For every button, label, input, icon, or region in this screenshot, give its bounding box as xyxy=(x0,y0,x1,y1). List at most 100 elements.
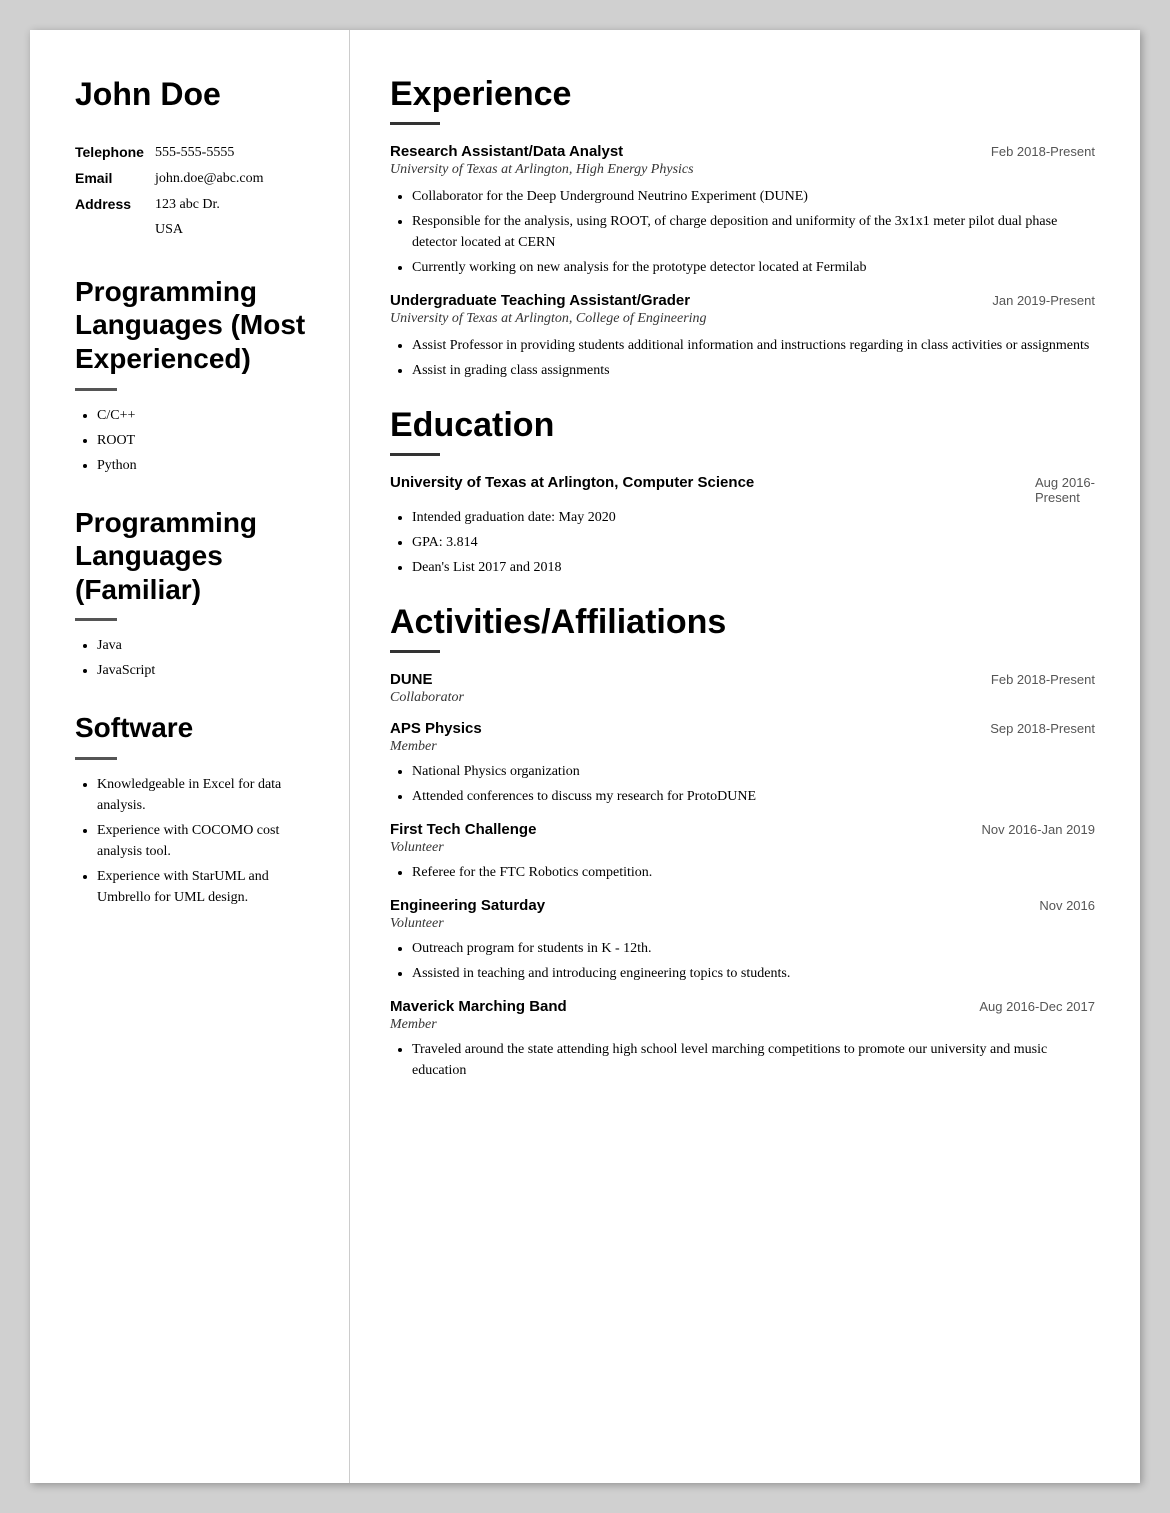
experience-title: Experience xyxy=(390,75,1095,114)
person-name: John Doe xyxy=(75,75,319,113)
telephone-value: 555-555-5555 xyxy=(155,143,234,163)
activity-aps: APS Physics Sep 2018-Present Member Nati… xyxy=(390,720,1095,807)
software-divider xyxy=(75,757,117,760)
list-item: Currently working on new analysis for th… xyxy=(412,257,1095,278)
activity-date-dune: Feb 2018-Present xyxy=(991,672,1095,687)
activity-title-marching-band: Maverick Marching Band xyxy=(390,998,567,1015)
activity-role-aps: Member xyxy=(390,739,1095,755)
list-item: Dean's List 2017 and 2018 xyxy=(412,557,1095,578)
address-row: Address 123 abc Dr. xyxy=(75,195,319,215)
activity-role-ftc: Volunteer xyxy=(390,840,1095,856)
activity-date-aps: Sep 2018-Present xyxy=(990,721,1095,736)
right-column: Experience Research Assistant/Data Analy… xyxy=(350,30,1140,1483)
list-item: Referee for the FTC Robotics competition… xyxy=(412,862,1095,883)
prog-familiar-divider xyxy=(75,618,117,621)
list-item: Intended graduation date: May 2020 xyxy=(412,507,1095,528)
list-item: Collaborator for the Deep Underground Ne… xyxy=(412,186,1095,207)
activity-dune: DUNE Feb 2018-Present Collaborator xyxy=(390,671,1095,706)
prog-most-divider xyxy=(75,388,117,391)
list-item: Java xyxy=(97,635,319,656)
list-item: Assist in grading class assignments xyxy=(412,360,1095,381)
prog-most-list: C/C++ ROOT Python xyxy=(75,405,319,476)
activity-header-marching-band: Maverick Marching Band Aug 2016-Dec 2017 xyxy=(390,998,1095,1015)
job-entry-2: Undergraduate Teaching Assistant/Grader … xyxy=(390,292,1095,381)
list-item: Assist Professor in providing students a… xyxy=(412,335,1095,356)
list-item: C/C++ xyxy=(97,405,319,426)
list-item: ROOT xyxy=(97,430,319,451)
activity-header-eng-sat: Engineering Saturday Nov 2016 xyxy=(390,897,1095,914)
experience-divider xyxy=(390,122,440,125)
left-column: John Doe Telephone 555-555-5555 Email jo… xyxy=(30,30,350,1483)
software-title: Software xyxy=(75,711,319,745)
activities-divider xyxy=(390,650,440,653)
resume-container: John Doe Telephone 555-555-5555 Email jo… xyxy=(30,30,1140,1483)
email-row: Email john.doe@abc.com xyxy=(75,169,319,189)
job-date-1: Feb 2018-Present xyxy=(991,144,1095,159)
prog-familiar-section: Programming Languages (Familiar) Java Ja… xyxy=(75,506,319,682)
list-item: Knowledgeable in Excel for data analysis… xyxy=(97,774,319,816)
job-entry-1: Research Assistant/Data Analyst Feb 2018… xyxy=(390,143,1095,278)
list-item: Experience with COCOMO cost analysis too… xyxy=(97,820,319,862)
education-title: Education xyxy=(390,406,1095,445)
activity-eng-sat: Engineering Saturday Nov 2016 Volunteer … xyxy=(390,897,1095,984)
telephone-label: Telephone xyxy=(75,143,155,163)
job-bullets-2: Assist Professor in providing students a… xyxy=(390,335,1095,381)
activity-bullets-eng-sat: Outreach program for students in K - 12t… xyxy=(390,938,1095,984)
education-section: Education University of Texas at Arlingt… xyxy=(390,406,1095,578)
edu-header-1: University of Texas at Arlington, Comput… xyxy=(390,474,1095,505)
activity-role-marching-band: Member xyxy=(390,1017,1095,1033)
email-value: john.doe@abc.com xyxy=(155,169,264,189)
activity-date-eng-sat: Nov 2016 xyxy=(1039,898,1095,913)
prog-most-section: Programming Languages (Most Experienced)… xyxy=(75,275,319,476)
list-item: Python xyxy=(97,455,319,476)
email-label: Email xyxy=(75,169,155,189)
edu-date-1: Aug 2016-Present xyxy=(1035,475,1095,505)
experience-section: Experience Research Assistant/Data Analy… xyxy=(390,75,1095,381)
prog-familiar-title: Programming Languages (Familiar) xyxy=(75,506,319,607)
list-item: Experience with StarUML and Umbrello for… xyxy=(97,866,319,908)
activity-header-ftc: First Tech Challenge Nov 2016-Jan 2019 xyxy=(390,821,1095,838)
activity-role-dune: Collaborator xyxy=(390,690,1095,706)
activities-title: Activities/Affiliations xyxy=(390,603,1095,642)
activity-title-aps: APS Physics xyxy=(390,720,482,737)
activity-bullets-ftc: Referee for the FTC Robotics competition… xyxy=(390,862,1095,883)
education-entry-1: University of Texas at Arlington, Comput… xyxy=(390,474,1095,578)
address-row-2: USA xyxy=(75,220,319,240)
activity-date-ftc: Nov 2016-Jan 2019 xyxy=(982,822,1095,837)
software-list: Knowledgeable in Excel for data analysis… xyxy=(75,774,319,908)
edu-title-1: University of Texas at Arlington, Comput… xyxy=(390,474,754,491)
job-header-1: Research Assistant/Data Analyst Feb 2018… xyxy=(390,143,1095,160)
activity-role-eng-sat: Volunteer xyxy=(390,916,1095,932)
list-item: Attended conferences to discuss my resea… xyxy=(412,786,1095,807)
activity-marching-band: Maverick Marching Band Aug 2016-Dec 2017… xyxy=(390,998,1095,1081)
prog-most-title: Programming Languages (Most Experienced) xyxy=(75,275,319,376)
job-institution-1: University of Texas at Arlington, High E… xyxy=(390,162,1095,178)
activities-section: Activities/Affiliations DUNE Feb 2018-Pr… xyxy=(390,603,1095,1081)
list-item: National Physics organization xyxy=(412,761,1095,782)
list-item: GPA: 3.814 xyxy=(412,532,1095,553)
list-item: Traveled around the state attending high… xyxy=(412,1039,1095,1081)
activity-bullets-marching-band: Traveled around the state attending high… xyxy=(390,1039,1095,1081)
list-item: JavaScript xyxy=(97,660,319,681)
prog-familiar-list: Java JavaScript xyxy=(75,635,319,681)
software-section: Software Knowledgeable in Excel for data… xyxy=(75,711,319,908)
activity-date-marching-band: Aug 2016-Dec 2017 xyxy=(979,999,1095,1014)
list-item: Responsible for the analysis, using ROOT… xyxy=(412,211,1095,253)
list-item: Assisted in teaching and introducing eng… xyxy=(412,963,1095,984)
address-line2: USA xyxy=(155,220,183,240)
telephone-row: Telephone 555-555-5555 xyxy=(75,143,319,163)
activity-bullets-aps: National Physics organization Attended c… xyxy=(390,761,1095,807)
activity-title-ftc: First Tech Challenge xyxy=(390,821,536,838)
job-date-2: Jan 2019-Present xyxy=(992,293,1095,308)
job-title-2: Undergraduate Teaching Assistant/Grader xyxy=(390,292,690,309)
education-divider xyxy=(390,453,440,456)
address-label: Address xyxy=(75,195,155,215)
activity-title-dune: DUNE xyxy=(390,671,433,688)
job-header-2: Undergraduate Teaching Assistant/Grader … xyxy=(390,292,1095,309)
contact-section: Telephone 555-555-5555 Email john.doe@ab… xyxy=(75,143,319,239)
activity-ftc: First Tech Challenge Nov 2016-Jan 2019 V… xyxy=(390,821,1095,883)
activity-title-eng-sat: Engineering Saturday xyxy=(390,897,545,914)
job-title-1: Research Assistant/Data Analyst xyxy=(390,143,623,160)
activity-header-aps: APS Physics Sep 2018-Present xyxy=(390,720,1095,737)
edu-bullets-1: Intended graduation date: May 2020 GPA: … xyxy=(390,507,1095,578)
